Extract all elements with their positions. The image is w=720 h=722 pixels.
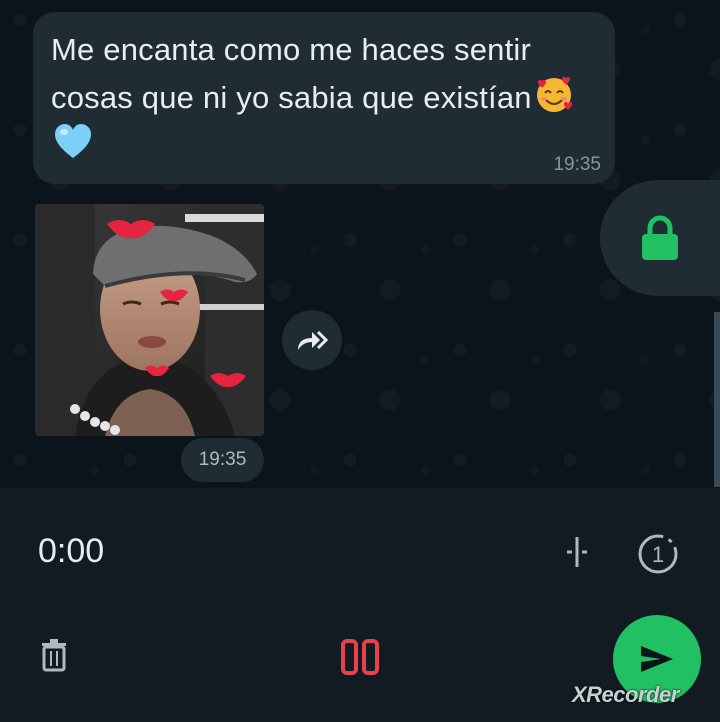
message-body: Me encanta como me haces sentir cosas qu… xyxy=(51,32,532,115)
incoming-text-message[interactable]: Me encanta como me haces sentir cosas qu… xyxy=(33,12,615,184)
scrollbar[interactable] xyxy=(714,312,720,487)
light-blue-heart-icon xyxy=(55,124,91,158)
smiling-face-with-hearts-icon xyxy=(536,76,572,112)
timer-icon: 1 xyxy=(638,534,678,574)
timer-badge: 1 xyxy=(652,542,664,567)
pause-recording-button[interactable] xyxy=(340,638,380,681)
message-time: 19:35 xyxy=(553,154,601,175)
forward-icon xyxy=(298,330,329,350)
recording-lock-button[interactable] xyxy=(600,180,720,296)
view-once-timer-button[interactable]: 1 xyxy=(636,532,680,581)
image-message-time: 19:35 xyxy=(181,438,264,482)
incoming-image-message[interactable] xyxy=(35,204,264,436)
delete-icon xyxy=(42,639,66,672)
lock-icon xyxy=(642,215,678,260)
send-icon xyxy=(641,646,673,672)
message-text: Me encanta como me haces sentir cosas qu… xyxy=(51,26,611,170)
chat-area: Me encanta como me haces sentir cosas qu… xyxy=(0,0,720,488)
recording-duration: 0:00 xyxy=(38,532,105,570)
recorder-watermark: XRecorder xyxy=(572,682,679,707)
forward-button[interactable] xyxy=(282,310,342,370)
photo-with-kiss-stickers xyxy=(35,204,264,436)
waveform-icon[interactable] xyxy=(563,535,591,569)
pause-icon xyxy=(341,639,379,675)
delete-recording-button[interactable] xyxy=(40,638,68,677)
